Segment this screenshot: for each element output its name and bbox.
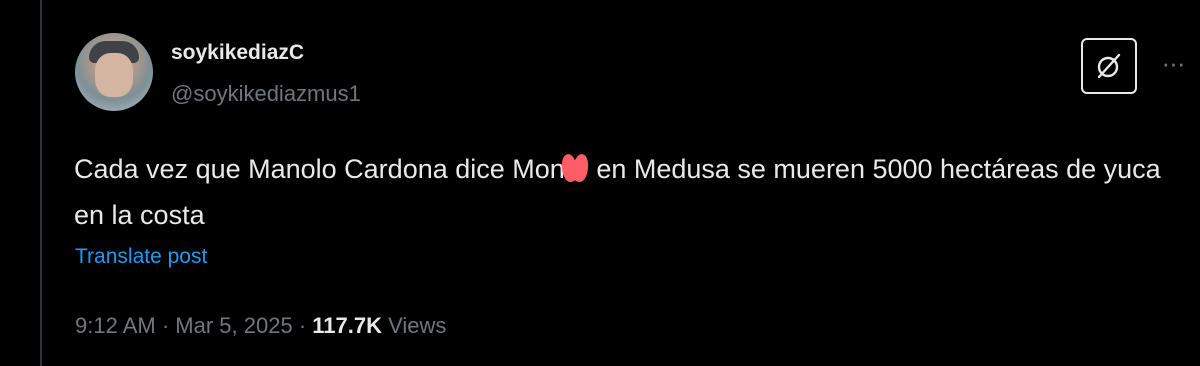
display-name[interactable]: soykikediazC — [171, 41, 304, 65]
meta-separator: · — [298, 313, 307, 338]
more-icon: ··· — [1161, 48, 1186, 78]
user-handle[interactable]: @soykikediazmus1 — [171, 81, 361, 107]
translate-post-link[interactable]: Translate post — [75, 245, 207, 269]
views-label: Views — [388, 313, 447, 338]
tweet-date[interactable]: Mar 5, 2025 — [175, 313, 292, 338]
grok-button[interactable] — [1081, 38, 1137, 94]
left-divider — [40, 0, 42, 366]
avatar[interactable] — [75, 33, 153, 111]
tweet-time[interactable]: 9:12 AM — [75, 313, 156, 338]
avatar-face — [95, 53, 133, 97]
grok-icon — [1097, 53, 1121, 79]
redaction-mark — [559, 152, 590, 183]
tweet-meta: 9:12 AM · Mar 5, 2025 · 117.7K Views — [75, 313, 446, 339]
more-options-button[interactable]: ··· — [1156, 48, 1190, 78]
views-count[interactable]: 117.7K — [312, 313, 382, 338]
tweet-text: Cada vez que Manolo Cardona dice Mon en … — [74, 146, 1184, 238]
meta-separator: · — [161, 313, 170, 338]
tweet-text-part-1: Cada vez que Manolo Cardona dice Mon — [74, 154, 565, 184]
